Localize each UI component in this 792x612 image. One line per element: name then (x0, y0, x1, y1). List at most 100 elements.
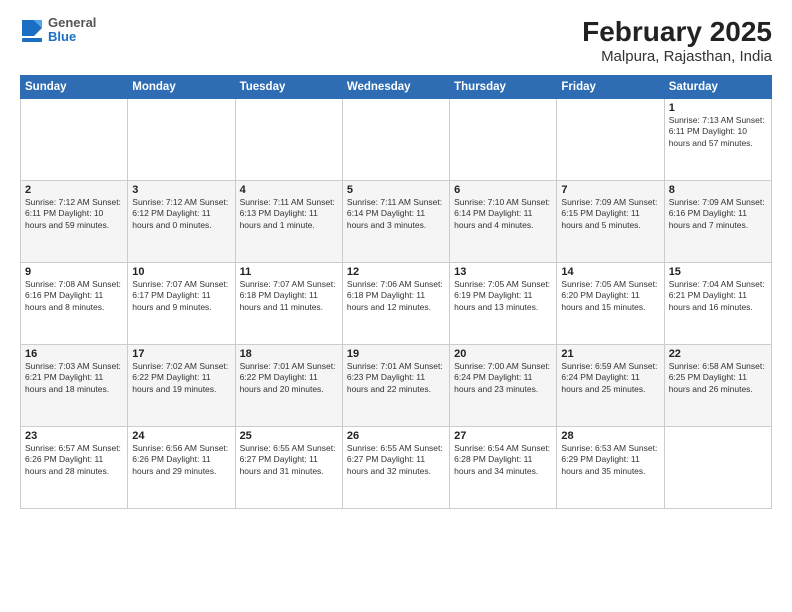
weekday-header-row: SundayMondayTuesdayWednesdayThursdayFrid… (21, 76, 772, 99)
calendar-cell: 7Sunrise: 7:09 AM Sunset: 6:15 PM Daylig… (557, 181, 664, 263)
day-number: 25 (240, 430, 338, 442)
calendar-cell (342, 99, 449, 181)
day-info: Sunrise: 7:13 AM Sunset: 6:11 PM Dayligh… (669, 115, 767, 149)
calendar-cell: 22Sunrise: 6:58 AM Sunset: 6:25 PM Dayli… (664, 345, 771, 427)
calendar-cell: 11Sunrise: 7:07 AM Sunset: 6:18 PM Dayli… (235, 263, 342, 345)
calendar-cell: 6Sunrise: 7:10 AM Sunset: 6:14 PM Daylig… (450, 181, 557, 263)
day-info: Sunrise: 7:11 AM Sunset: 6:14 PM Dayligh… (347, 197, 445, 231)
calendar-cell: 26Sunrise: 6:55 AM Sunset: 6:27 PM Dayli… (342, 427, 449, 509)
calendar-cell: 19Sunrise: 7:01 AM Sunset: 6:23 PM Dayli… (342, 345, 449, 427)
day-info: Sunrise: 7:09 AM Sunset: 6:16 PM Dayligh… (669, 197, 767, 231)
calendar-cell: 27Sunrise: 6:54 AM Sunset: 6:28 PM Dayli… (450, 427, 557, 509)
day-info: Sunrise: 6:55 AM Sunset: 6:27 PM Dayligh… (347, 443, 445, 477)
day-info: Sunrise: 6:58 AM Sunset: 6:25 PM Dayligh… (669, 361, 767, 395)
day-number: 21 (561, 348, 659, 360)
calendar-cell: 1Sunrise: 7:13 AM Sunset: 6:11 PM Daylig… (664, 99, 771, 181)
calendar-cell (235, 99, 342, 181)
calendar-title: February 2025 (582, 16, 772, 48)
day-number: 28 (561, 430, 659, 442)
day-number: 15 (669, 266, 767, 278)
calendar-cell: 17Sunrise: 7:02 AM Sunset: 6:22 PM Dayli… (128, 345, 235, 427)
week-row-4: 16Sunrise: 7:03 AM Sunset: 6:21 PM Dayli… (21, 345, 772, 427)
calendar-cell: 23Sunrise: 6:57 AM Sunset: 6:26 PM Dayli… (21, 427, 128, 509)
header: General Blue February 2025 Malpura, Raja… (20, 16, 772, 65)
calendar-cell: 9Sunrise: 7:08 AM Sunset: 6:16 PM Daylig… (21, 263, 128, 345)
calendar-cell: 2Sunrise: 7:12 AM Sunset: 6:11 PM Daylig… (21, 181, 128, 263)
day-info: Sunrise: 6:57 AM Sunset: 6:26 PM Dayligh… (25, 443, 123, 477)
calendar-cell (450, 99, 557, 181)
calendar-cell: 4Sunrise: 7:11 AM Sunset: 6:13 PM Daylig… (235, 181, 342, 263)
day-info: Sunrise: 7:03 AM Sunset: 6:21 PM Dayligh… (25, 361, 123, 395)
day-number: 24 (132, 430, 230, 442)
calendar-table: SundayMondayTuesdayWednesdayThursdayFrid… (20, 75, 772, 509)
calendar-cell: 8Sunrise: 7:09 AM Sunset: 6:16 PM Daylig… (664, 181, 771, 263)
week-row-1: 1Sunrise: 7:13 AM Sunset: 6:11 PM Daylig… (21, 99, 772, 181)
day-info: Sunrise: 7:01 AM Sunset: 6:22 PM Dayligh… (240, 361, 338, 395)
day-number: 17 (132, 348, 230, 360)
calendar-cell: 5Sunrise: 7:11 AM Sunset: 6:14 PM Daylig… (342, 181, 449, 263)
calendar-cell: 3Sunrise: 7:12 AM Sunset: 6:12 PM Daylig… (128, 181, 235, 263)
day-info: Sunrise: 7:05 AM Sunset: 6:20 PM Dayligh… (561, 279, 659, 313)
day-info: Sunrise: 7:10 AM Sunset: 6:14 PM Dayligh… (454, 197, 552, 231)
calendar-cell: 25Sunrise: 6:55 AM Sunset: 6:27 PM Dayli… (235, 427, 342, 509)
day-info: Sunrise: 7:04 AM Sunset: 6:21 PM Dayligh… (669, 279, 767, 313)
day-info: Sunrise: 7:02 AM Sunset: 6:22 PM Dayligh… (132, 361, 230, 395)
day-number: 6 (454, 184, 552, 196)
week-row-3: 9Sunrise: 7:08 AM Sunset: 6:16 PM Daylig… (21, 263, 772, 345)
day-number: 9 (25, 266, 123, 278)
day-number: 7 (561, 184, 659, 196)
day-number: 1 (669, 102, 767, 114)
weekday-monday: Monday (128, 76, 235, 99)
calendar-cell: 12Sunrise: 7:06 AM Sunset: 6:18 PM Dayli… (342, 263, 449, 345)
day-number: 16 (25, 348, 123, 360)
weekday-tuesday: Tuesday (235, 76, 342, 99)
page: General Blue February 2025 Malpura, Raja… (0, 0, 792, 612)
calendar-cell (557, 99, 664, 181)
logo-icon (20, 16, 44, 44)
day-info: Sunrise: 7:06 AM Sunset: 6:18 PM Dayligh… (347, 279, 445, 313)
day-number: 23 (25, 430, 123, 442)
day-number: 11 (240, 266, 338, 278)
weekday-wednesday: Wednesday (342, 76, 449, 99)
logo-blue: Blue (48, 30, 96, 44)
day-info: Sunrise: 7:11 AM Sunset: 6:13 PM Dayligh… (240, 197, 338, 231)
day-info: Sunrise: 7:00 AM Sunset: 6:24 PM Dayligh… (454, 361, 552, 395)
title-block: February 2025 Malpura, Rajasthan, India (582, 16, 772, 65)
day-info: Sunrise: 6:59 AM Sunset: 6:24 PM Dayligh… (561, 361, 659, 395)
day-info: Sunrise: 7:08 AM Sunset: 6:16 PM Dayligh… (25, 279, 123, 313)
day-number: 2 (25, 184, 123, 196)
calendar-cell: 28Sunrise: 6:53 AM Sunset: 6:29 PM Dayli… (557, 427, 664, 509)
day-info: Sunrise: 6:53 AM Sunset: 6:29 PM Dayligh… (561, 443, 659, 477)
calendar-cell (128, 99, 235, 181)
week-row-2: 2Sunrise: 7:12 AM Sunset: 6:11 PM Daylig… (21, 181, 772, 263)
day-info: Sunrise: 6:55 AM Sunset: 6:27 PM Dayligh… (240, 443, 338, 477)
calendar-cell: 24Sunrise: 6:56 AM Sunset: 6:26 PM Dayli… (128, 427, 235, 509)
day-number: 4 (240, 184, 338, 196)
day-number: 12 (347, 266, 445, 278)
day-number: 13 (454, 266, 552, 278)
day-info: Sunrise: 6:54 AM Sunset: 6:28 PM Dayligh… (454, 443, 552, 477)
weekday-sunday: Sunday (21, 76, 128, 99)
day-info: Sunrise: 7:09 AM Sunset: 6:15 PM Dayligh… (561, 197, 659, 231)
day-number: 5 (347, 184, 445, 196)
calendar-cell: 18Sunrise: 7:01 AM Sunset: 6:22 PM Dayli… (235, 345, 342, 427)
day-info: Sunrise: 7:12 AM Sunset: 6:11 PM Dayligh… (25, 197, 123, 231)
day-info: Sunrise: 7:12 AM Sunset: 6:12 PM Dayligh… (132, 197, 230, 231)
week-row-5: 23Sunrise: 6:57 AM Sunset: 6:26 PM Dayli… (21, 427, 772, 509)
calendar-cell (664, 427, 771, 509)
day-number: 22 (669, 348, 767, 360)
day-info: Sunrise: 7:07 AM Sunset: 6:17 PM Dayligh… (132, 279, 230, 313)
logo: General Blue (20, 16, 96, 45)
day-number: 20 (454, 348, 552, 360)
weekday-saturday: Saturday (664, 76, 771, 99)
day-number: 3 (132, 184, 230, 196)
calendar-cell (21, 99, 128, 181)
calendar-cell: 10Sunrise: 7:07 AM Sunset: 6:17 PM Dayli… (128, 263, 235, 345)
logo-text: General Blue (48, 16, 96, 45)
calendar-cell: 20Sunrise: 7:00 AM Sunset: 6:24 PM Dayli… (450, 345, 557, 427)
calendar-cell: 13Sunrise: 7:05 AM Sunset: 6:19 PM Dayli… (450, 263, 557, 345)
calendar-subtitle: Malpura, Rajasthan, India (582, 48, 772, 65)
day-info: Sunrise: 6:56 AM Sunset: 6:26 PM Dayligh… (132, 443, 230, 477)
day-number: 19 (347, 348, 445, 360)
day-number: 8 (669, 184, 767, 196)
